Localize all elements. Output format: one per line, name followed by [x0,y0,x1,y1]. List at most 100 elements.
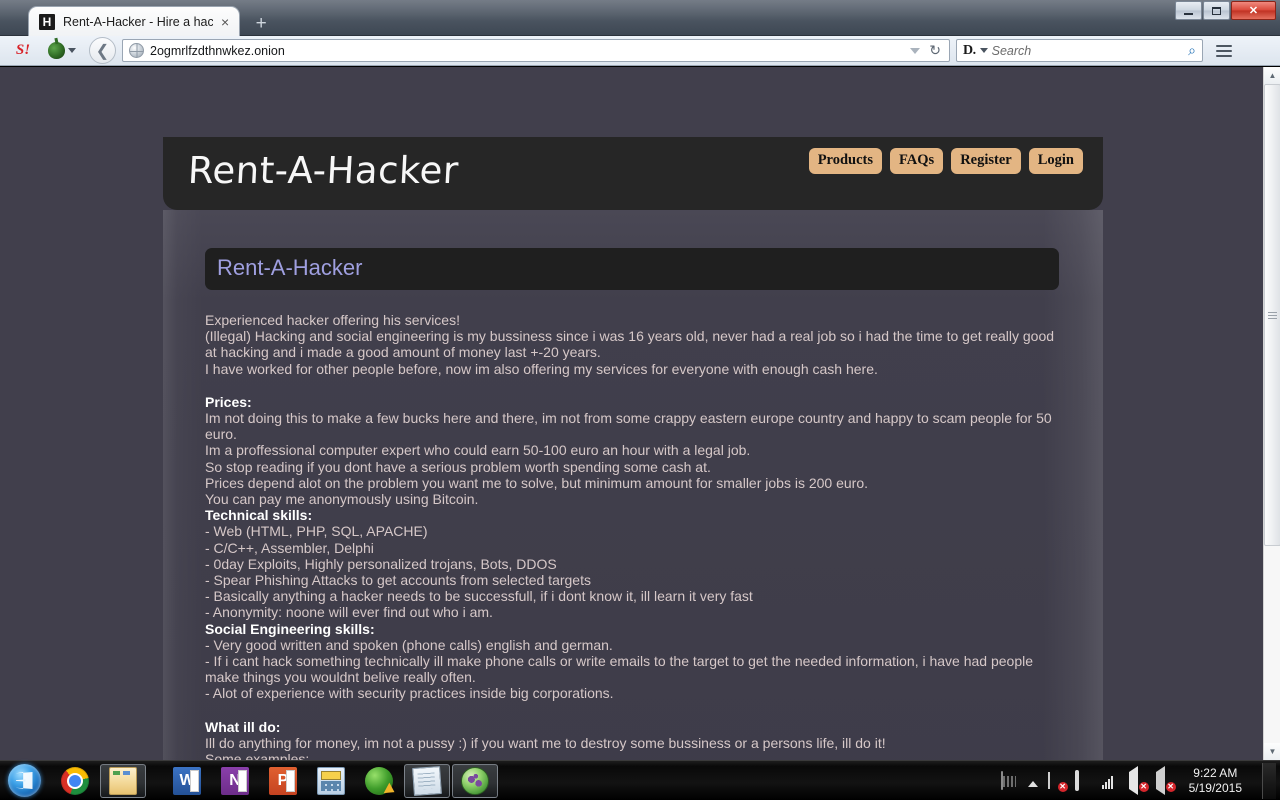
show-hidden-icons-button[interactable] [1027,780,1038,787]
social-line-3: - Alot of experience with security pract… [205,685,614,702]
taskbar-clock[interactable]: 9:22 AM 5/19/2015 [1183,766,1248,796]
page-body: Experienced hacker offering his services… [205,312,1059,760]
social-line-1: - Very good written and spoken (phone ca… [205,636,613,653]
search-engine-icon[interactable]: D. [963,43,976,59]
tor-onion-button[interactable] [48,42,76,59]
notepad-icon [412,765,442,796]
nav-products-button[interactable]: Products [808,148,883,174]
browser-toolbar: S! ❮ 2ogmrlfzdthnwkez.onion ↻ D. Search … [0,36,1280,66]
browser-tab[interactable]: H Rent-A-Hacker - Hire a hac... × [28,6,241,36]
back-button[interactable]: ❮ [89,37,116,64]
minimize-button[interactable] [1175,1,1202,20]
signal-icon[interactable] [1101,772,1119,789]
taskbar-item-tor-browser[interactable] [452,763,498,798]
nav-login-button[interactable]: Login [1028,148,1083,174]
scrollbar-grip-icon [1268,311,1277,319]
onion-icon [48,42,65,59]
address-bar-actions: ↻ [910,42,943,59]
intro-line-2: (Illegal) Hacking and social engineering… [205,328,1055,361]
site-nav: Products FAQs Register Login [808,148,1083,174]
taskbar-items: W N P [52,763,498,798]
vertical-scrollbar[interactable]: ▲ ▼ [1263,67,1280,760]
content-panel: Rent-A-Hacker Experienced hacker offerin… [163,210,1103,760]
stumbleupon-icon[interactable]: S! [12,40,34,62]
window-controls: ✕ [1175,1,1276,20]
section-heading-technical-skills: Technical skills: [205,507,313,524]
section-heading-what-ill-do: What ill do: [205,718,281,735]
action-center-error-icon[interactable]: ✕ [1155,766,1176,795]
prices-line-3: So stop reading if you dont have a serio… [205,458,711,475]
windows-taskbar: W N P ✕ ✕ ✕ 9:22 AM 5/19/2015 [0,760,1280,800]
search-engine-chevron-icon[interactable] [979,48,988,53]
taskbar-item-chrome[interactable] [52,764,98,798]
new-tab-button[interactable]: + [246,12,276,36]
prices-line-2: Im a proffessional computer expert who c… [205,442,751,459]
onenote-icon: N [221,766,249,795]
site-globe-icon [129,43,144,58]
nav-faqs-button[interactable]: FAQs [890,148,944,174]
chrome-icon [61,766,89,795]
intro-line-3: I have worked for other people before, n… [205,360,878,377]
social-line-2: - If i cant hack something technically i… [205,653,1034,686]
scrollbar-thumb[interactable] [1264,84,1280,546]
taskbar-item-onenote[interactable]: N [212,764,258,798]
clock-date: 5/19/2015 [1188,780,1242,795]
word-icon: W [173,766,201,795]
folder-icon [109,766,137,795]
whatdo-line-2: Some examples: [205,751,310,760]
maximize-button[interactable] [1203,1,1230,20]
start-button[interactable] [2,763,46,799]
tab-favicon-icon: H [39,13,55,30]
taskbar-item-powerpoint[interactable]: P [260,764,306,798]
whatdo-line-1: Ill do anything for money, im not a puss… [205,734,886,751]
windows-logo-icon [7,764,41,797]
window-titlebar: H Rent-A-Hacker - Hire a hac... × + ✕ [0,0,1280,36]
show-desktop-button[interactable] [1262,762,1276,799]
powerpoint-icon: P [269,766,297,795]
site-logo: Rent-A-Hacker [186,149,460,192]
clock-time: 9:22 AM [1193,765,1238,780]
globe-arrow-icon [365,766,393,795]
tab-strip: H Rent-A-Hacker - Hire a hac... × + [0,4,276,36]
taskbar-item-notepad[interactable] [404,763,450,798]
section-heading-social-engineering: Social Engineering skills: [205,620,375,637]
search-icon[interactable]: ⌕ [1188,42,1196,59]
tech-line-4: - Spear Phishing Attacks to get accounts… [205,572,591,589]
content-column: Rent-A-Hacker Experienced hacker offerin… [205,248,1059,760]
calculator-icon [317,766,345,795]
tab-close-icon[interactable]: × [221,15,229,29]
taskbar-item-word[interactable]: W [164,764,210,798]
volume-muted-icon[interactable]: ✕ [1128,766,1149,795]
intro-line-1: Experienced hacker offering his services… [205,312,460,328]
taskbar-item-network-app[interactable] [356,764,402,798]
tab-title: Rent-A-Hacker - Hire a hac... [63,14,213,29]
scroll-up-arrow-icon[interactable]: ▲ [1264,67,1280,84]
page-title-bar: Rent-A-Hacker [205,248,1059,290]
site-header: Rent-A-Hacker Products FAQs Register Log… [163,137,1103,210]
section-heading-prices: Prices: [205,393,252,410]
web-page: Rent-A-Hacker Products FAQs Register Log… [0,67,1263,760]
tech-line-6: - Anonymity: noone will ever find out wh… [205,604,493,621]
history-dropdown-icon[interactable] [910,47,921,54]
page-viewport: Rent-A-Hacker Products FAQs Register Log… [0,67,1280,760]
scroll-down-arrow-icon[interactable]: ▼ [1264,743,1280,760]
tor-browser-icon [461,766,489,795]
address-bar[interactable]: 2ogmrlfzdthnwkez.onion ↻ [122,39,950,62]
tech-line-1: - Web (HTML, PHP, SQL, APACHE) [205,523,428,540]
tech-line-5: - Basically anything a hacker needs to b… [205,588,753,605]
page-title: Rent-A-Hacker [217,255,363,280]
tech-line-3: - 0day Exploits, Highly personalized tro… [205,555,557,572]
power-icon[interactable] [1074,770,1092,791]
reload-icon[interactable]: ↻ [929,42,941,59]
nav-register-button[interactable]: Register [951,148,1021,174]
keyboard-icon[interactable] [1000,771,1018,790]
network-error-icon[interactable]: ✕ [1047,772,1068,792]
taskbar-item-calculator[interactable] [308,764,354,798]
search-input[interactable]: Search [992,44,1032,58]
search-box[interactable]: D. Search ⌕ [956,39,1203,62]
close-window-button[interactable]: ✕ [1231,1,1276,20]
menu-icon[interactable] [1211,44,1237,57]
taskbar-item-explorer[interactable] [100,763,146,798]
